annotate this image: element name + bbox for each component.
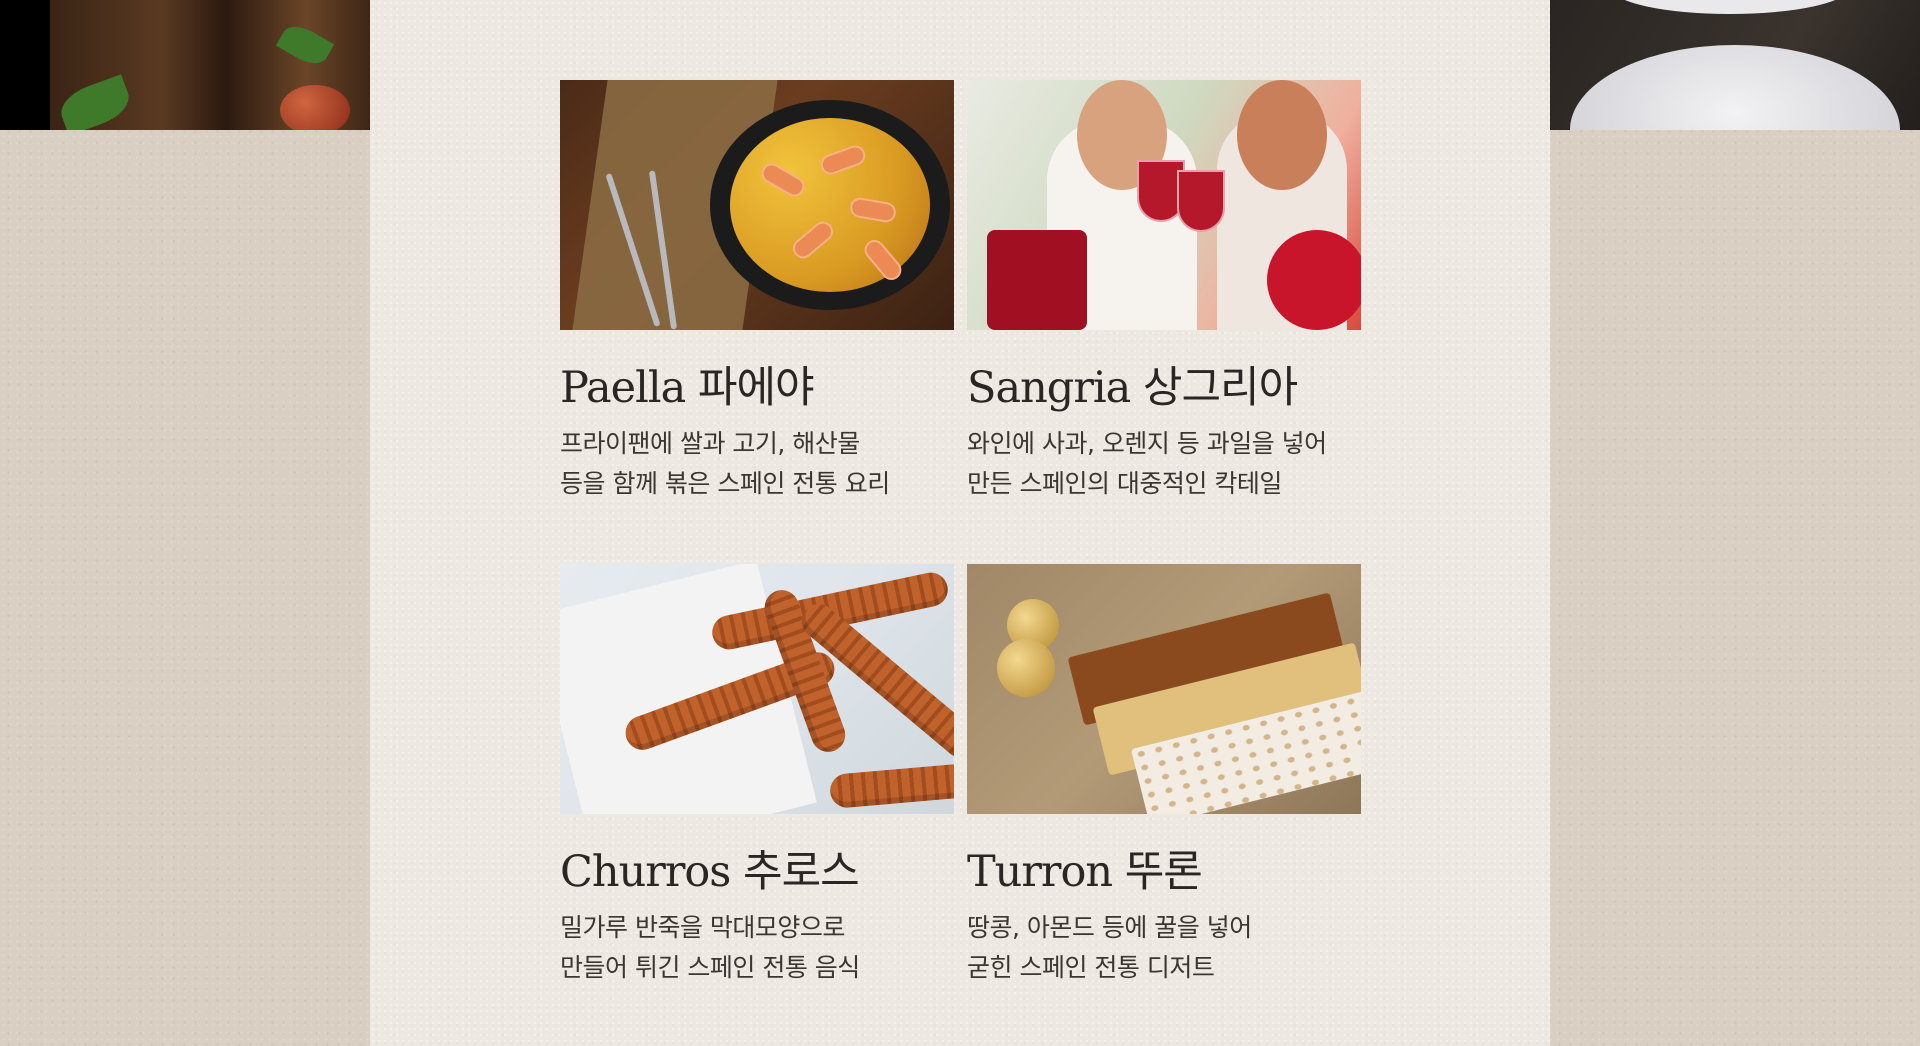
turron-photo: [967, 564, 1361, 814]
menu-description: 와인에 사과, 오렌지 등 과일을 넣어 만든 스페인의 대중적인 칵테일: [967, 424, 1361, 504]
header-photo-right: [1550, 0, 1920, 130]
menu-grid: Paella 파에야 프라이팬에 쌀과 고기, 해산물 등을 함께 볶은 스페인…: [560, 80, 1361, 988]
description-line: 밀가루 반죽을 막대모양으로: [560, 913, 845, 942]
paella-photo: [560, 80, 954, 330]
menu-description: 밀가루 반죽을 막대모양으로 만들어 튀긴 스페인 전통 음식: [560, 908, 954, 988]
menu-title: Turron 뚜론: [967, 847, 1203, 897]
sangria-photo: [967, 80, 1361, 330]
description-line: 땅콩, 아몬드 등에 꿀을 넣어: [967, 913, 1252, 942]
description-line: 와인에 사과, 오렌지 등 과일을 넣어: [967, 429, 1327, 458]
menu-title: Sangria 상그리아: [967, 363, 1298, 413]
description-line: 프라이팬에 쌀과 고기, 해산물: [560, 429, 860, 458]
description-line: 만들어 튀긴 스페인 전통 음식: [560, 953, 860, 982]
menu-card-churros: Churros 추로스 밀가루 반죽을 막대모양으로 만들어 튀긴 스페인 전통…: [560, 564, 954, 988]
menu-title: Churros 추로스: [560, 847, 860, 897]
menu-card-paella: Paella 파에야 프라이팬에 쌀과 고기, 해산물 등을 함께 볶은 스페인…: [560, 80, 954, 504]
menu-card-sangria: Sangria 상그리아 와인에 사과, 오렌지 등 과일을 넣어 만든 스페인…: [967, 80, 1361, 504]
description-line: 만든 스페인의 대중적인 칵테일: [967, 469, 1282, 498]
description-line: 굳힌 스페인 전통 디저트: [967, 953, 1215, 982]
menu-title: Paella 파에야: [560, 363, 815, 413]
menu-card-turron: Turron 뚜론 땅콩, 아몬드 등에 꿀을 넣어 굳힌 스페인 전통 디저트: [967, 564, 1361, 988]
menu-description: 땅콩, 아몬드 등에 꿀을 넣어 굳힌 스페인 전통 디저트: [967, 908, 1361, 988]
menu-description: 프라이팬에 쌀과 고기, 해산물 등을 함께 볶은 스페인 전통 요리: [560, 424, 954, 504]
churros-photo: [560, 564, 954, 814]
header-photo-left: [0, 0, 370, 130]
description-line: 등을 함께 볶은 스페인 전통 요리: [560, 469, 890, 498]
